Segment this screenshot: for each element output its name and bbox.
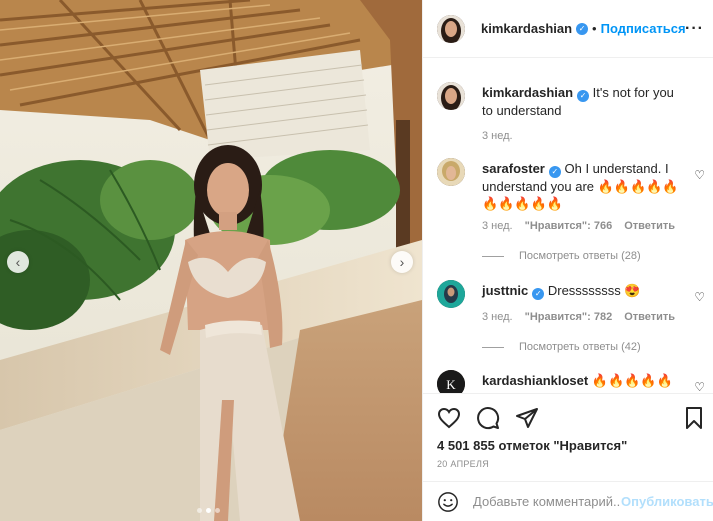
carousel-dot [197, 508, 202, 513]
share-icon[interactable] [515, 406, 539, 430]
carousel-prev-button[interactable]: ‹ [7, 251, 29, 273]
avatar[interactable]: K [437, 370, 465, 393]
separator-dot: • [592, 21, 597, 36]
likes-count[interactable]: 4 501 855 отметок "Нравится" [437, 438, 627, 453]
avatar[interactable] [437, 14, 465, 43]
comment-username[interactable]: justtnic [482, 283, 528, 298]
verified-icon: ✓ [577, 90, 590, 102]
avatar[interactable] [437, 82, 465, 110]
divider [482, 347, 504, 348]
carousel-indicator [197, 508, 220, 513]
bookmark-icon[interactable] [682, 406, 706, 430]
verified-icon: ✓ [548, 166, 561, 178]
avatar[interactable] [437, 158, 465, 186]
comment-time[interactable]: 3 нед. [482, 309, 513, 326]
post-date[interactable]: 20 АПРЕЛЯ [437, 459, 489, 469]
comment-likes[interactable]: "Нравится": 782 [525, 309, 613, 326]
more-icon[interactable]: ··· [685, 20, 704, 38]
verified-icon: ✓ [576, 22, 589, 35]
verified-icon: ✓ [532, 288, 545, 300]
comment-like-heart-icon[interactable]: ♡ [694, 380, 705, 393]
comment-username[interactable]: kardashiankloset [482, 373, 588, 388]
divider [482, 256, 504, 257]
author-username[interactable]: kimkardashian [481, 21, 572, 36]
post-photo[interactable]: ‹ › [0, 0, 422, 521]
follow-button[interactable]: Подписаться [601, 21, 686, 36]
carousel-dot [215, 508, 220, 513]
view-replies-label: Посмотреть ответы (28) [519, 250, 641, 262]
post-sidebar: kimkardashian ✓ • Подписаться ··· kimkar… [422, 0, 713, 521]
view-replies-label: Посмотреть ответы (42) [519, 341, 641, 353]
post-header: kimkardashian ✓ • Подписаться ··· [423, 0, 713, 58]
comment-time[interactable]: 3 нед. [482, 128, 513, 145]
comments-list[interactable]: kimkardashian ✓ It's not for you to under… [423, 58, 713, 393]
comment-text: Dressssssss 😍 [547, 283, 641, 298]
svg-text:K: K [446, 377, 456, 392]
comment-username[interactable]: sarafoster [482, 161, 545, 176]
reply-button[interactable]: Ответить [624, 218, 675, 235]
comment-text: 🔥🔥🔥🔥🔥 [591, 373, 673, 388]
heart-icon[interactable] [437, 406, 461, 430]
chevron-right-icon: › [399, 254, 405, 270]
carousel-dot-active [206, 508, 211, 513]
publish-button[interactable]: Опубликовать [621, 494, 713, 509]
comment-username[interactable]: kimkardashian [482, 85, 573, 100]
comment-icon[interactable] [476, 406, 500, 430]
photo-illustration [0, 0, 422, 521]
avatar[interactable] [437, 280, 465, 308]
chevron-left-icon: ‹ [15, 254, 21, 270]
comment-like-heart-icon[interactable]: ♡ [694, 168, 705, 182]
comment-time[interactable]: 3 нед. [482, 218, 513, 235]
emoji-icon[interactable] [437, 491, 459, 513]
view-replies-button[interactable]: Посмотреть ответы (42) [482, 339, 682, 356]
reply-button[interactable]: Ответить [624, 309, 675, 326]
add-comment-bar: Опубликовать [423, 481, 713, 521]
carousel-next-button[interactable]: › [391, 251, 413, 273]
comment-likes[interactable]: "Нравится": 766 [525, 218, 613, 235]
comment-like-heart-icon[interactable]: ♡ [694, 290, 705, 304]
comment-input[interactable] [473, 494, 621, 509]
view-replies-button[interactable]: Посмотреть ответы (28) [482, 248, 682, 265]
